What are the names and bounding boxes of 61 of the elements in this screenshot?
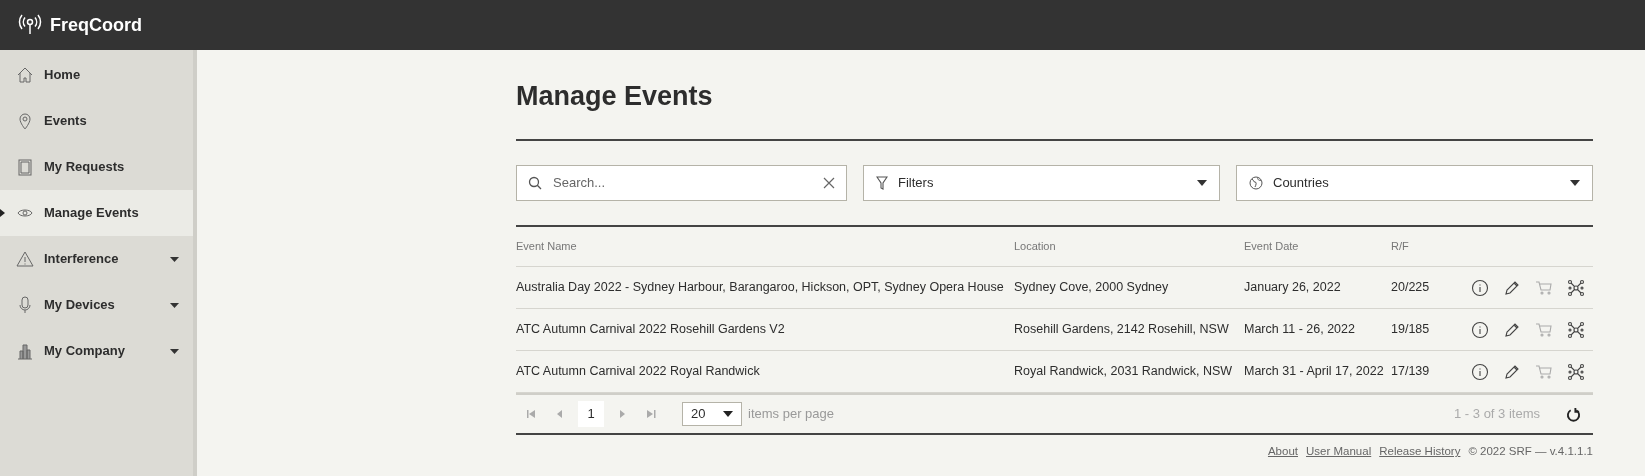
date-cell: January 26, 2022 bbox=[1244, 266, 1391, 309]
column-header: Location bbox=[1014, 226, 1244, 267]
nav-item[interactable]: My Requests bbox=[0, 144, 193, 190]
refresh-icon[interactable] bbox=[1566, 406, 1581, 422]
event-name-cell: ATC Autumn Carnival 2022 Royal Randwick bbox=[516, 350, 1014, 393]
house-icon bbox=[16, 66, 34, 84]
page-size-label: items per page bbox=[748, 405, 834, 424]
buildings-icon bbox=[16, 342, 34, 360]
footer-link[interactable]: About bbox=[1267, 443, 1298, 461]
column-header: R/F bbox=[1391, 226, 1441, 267]
column-header: Event Date bbox=[1244, 226, 1391, 267]
location-cell: Royal Randwick, 2031 Randwick, NSW bbox=[1014, 350, 1244, 393]
nav-item[interactable]: Events bbox=[0, 98, 193, 144]
network-icon[interactable] bbox=[1567, 362, 1585, 381]
copyright-text: © 2022 SRF — v.4.1.1.1 bbox=[1468, 444, 1593, 459]
nav-item[interactable]: Home bbox=[0, 52, 193, 98]
warning-icon bbox=[16, 250, 34, 268]
caret-icon bbox=[723, 411, 733, 417]
event-name-cell: Australia Day 2022 - Sydney Harbour, Barangaroo, Hickson, OPT, Sydney Opera House bbox=[516, 266, 1014, 309]
date-cell: March 31 - April 17, 2022 bbox=[1244, 350, 1391, 393]
rf-cell: 19/185 bbox=[1391, 308, 1441, 351]
network-icon[interactable] bbox=[1567, 320, 1585, 339]
caret-icon bbox=[170, 348, 179, 354]
footer-link[interactable]: User Manual bbox=[1306, 443, 1372, 461]
countries-dropdown[interactable]: Countries bbox=[1236, 164, 1593, 201]
page-number[interactable]: 1 bbox=[578, 401, 604, 427]
info-icon[interactable] bbox=[1471, 362, 1489, 381]
caret-icon bbox=[1570, 179, 1580, 186]
antenna-icon bbox=[18, 14, 42, 36]
footer-link[interactable]: Release History bbox=[1379, 443, 1461, 461]
nav-item[interactable]: My Company bbox=[0, 328, 193, 374]
search-icon bbox=[528, 175, 542, 190]
network-icon[interactable] bbox=[1567, 278, 1585, 297]
filters-dropdown[interactable]: Filters bbox=[863, 164, 1220, 201]
info-icon[interactable] bbox=[1471, 278, 1489, 297]
location-cell: Rosehill Gardens, 2142 Rosehill, NSW bbox=[1014, 308, 1244, 351]
clear-icon[interactable] bbox=[823, 176, 835, 189]
page-size-dropdown[interactable]: 20 bbox=[682, 402, 742, 426]
location-cell: Sydney Cove, 2000 Sydney bbox=[1014, 266, 1244, 309]
info-icon[interactable] bbox=[1471, 320, 1489, 339]
nav-item[interactable]: Interference bbox=[0, 236, 193, 282]
filter-icon bbox=[876, 175, 888, 190]
item-count: 1 - 3 of 3 items bbox=[1454, 405, 1540, 424]
clipboard-icon bbox=[16, 158, 34, 176]
caret-icon bbox=[170, 302, 179, 308]
event-name-cell: ATC Autumn Carnival 2022 Rosehill Gardens V2 bbox=[516, 308, 1014, 351]
microphone-icon bbox=[16, 296, 34, 314]
nav-item[interactable]: Manage Events bbox=[0, 190, 193, 236]
globe-icon bbox=[1249, 175, 1263, 190]
column-header: Event Name bbox=[516, 226, 1014, 267]
page-title: Manage Events bbox=[516, 80, 714, 113]
caret-icon bbox=[170, 256, 179, 262]
rf-cell: 20/225 bbox=[1391, 266, 1441, 309]
date-cell: March 11 - 26, 2022 bbox=[1244, 308, 1391, 351]
search-field[interactable]: Search... bbox=[516, 164, 847, 201]
app-title: FreqCoord bbox=[50, 13, 142, 37]
caret-icon bbox=[1197, 179, 1207, 186]
rf-cell: 17/139 bbox=[1391, 350, 1441, 393]
nav-item[interactable]: My Devices bbox=[0, 282, 193, 328]
map-pin-icon bbox=[16, 112, 34, 130]
pointer-icon bbox=[0, 209, 5, 217]
